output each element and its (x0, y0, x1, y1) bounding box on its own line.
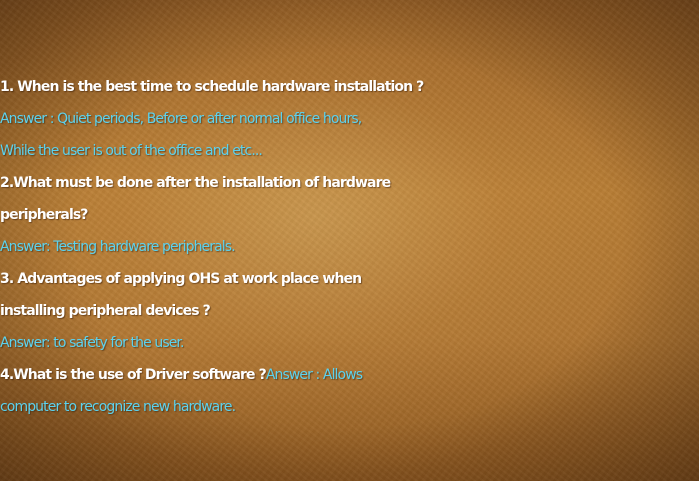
question-2-line-2: peripherals? (0, 199, 699, 231)
answer-text: While the user is out of the office and … (0, 143, 263, 159)
answer-3-line: Answer: to safety for the user. (0, 327, 699, 359)
question-text: installing peripheral devices ? (0, 303, 211, 319)
question-4-line: 4.What is the use of Driver software ?An… (0, 359, 699, 391)
question-text: 2.What must be done after the installati… (0, 175, 391, 191)
answer-2-line: Answer: Testing hardware peripherals. (0, 231, 699, 263)
question-text: peripherals? (0, 207, 88, 223)
slide: 1. When is the best time to schedule har… (0, 0, 699, 481)
answer-text: Answer: Testing hardware peripherals. (0, 239, 236, 255)
answer-1-line-2: While the user is out of the office and … (0, 135, 699, 167)
question-1-line: 1. When is the best time to schedule har… (0, 71, 699, 103)
answer-4-line: computer to recognize new hardware. (0, 391, 699, 423)
question-text: 3. Advantages of applying OHS at work pl… (0, 271, 362, 287)
question-3-line-2: installing peripheral devices ? (0, 295, 699, 327)
question-text: 1. When is the best time to schedule har… (0, 79, 424, 95)
question-2-line-1: 2.What must be done after the installati… (0, 167, 699, 199)
answer-text: Answer : Quiet periods, Before or after … (0, 111, 362, 127)
answer-text: Answer : Allows (265, 367, 363, 383)
answer-1-line-1: Answer : Quiet periods, Before or after … (0, 103, 699, 135)
question-3-line-1: 3. Advantages of applying OHS at work pl… (0, 263, 699, 295)
qa-content: 1. When is the best time to schedule har… (0, 71, 699, 423)
question-text: 4.What is the use of Driver software ? (0, 367, 267, 383)
answer-text: computer to recognize new hardware. (0, 399, 236, 415)
answer-text: Answer: to safety for the user. (0, 335, 184, 351)
